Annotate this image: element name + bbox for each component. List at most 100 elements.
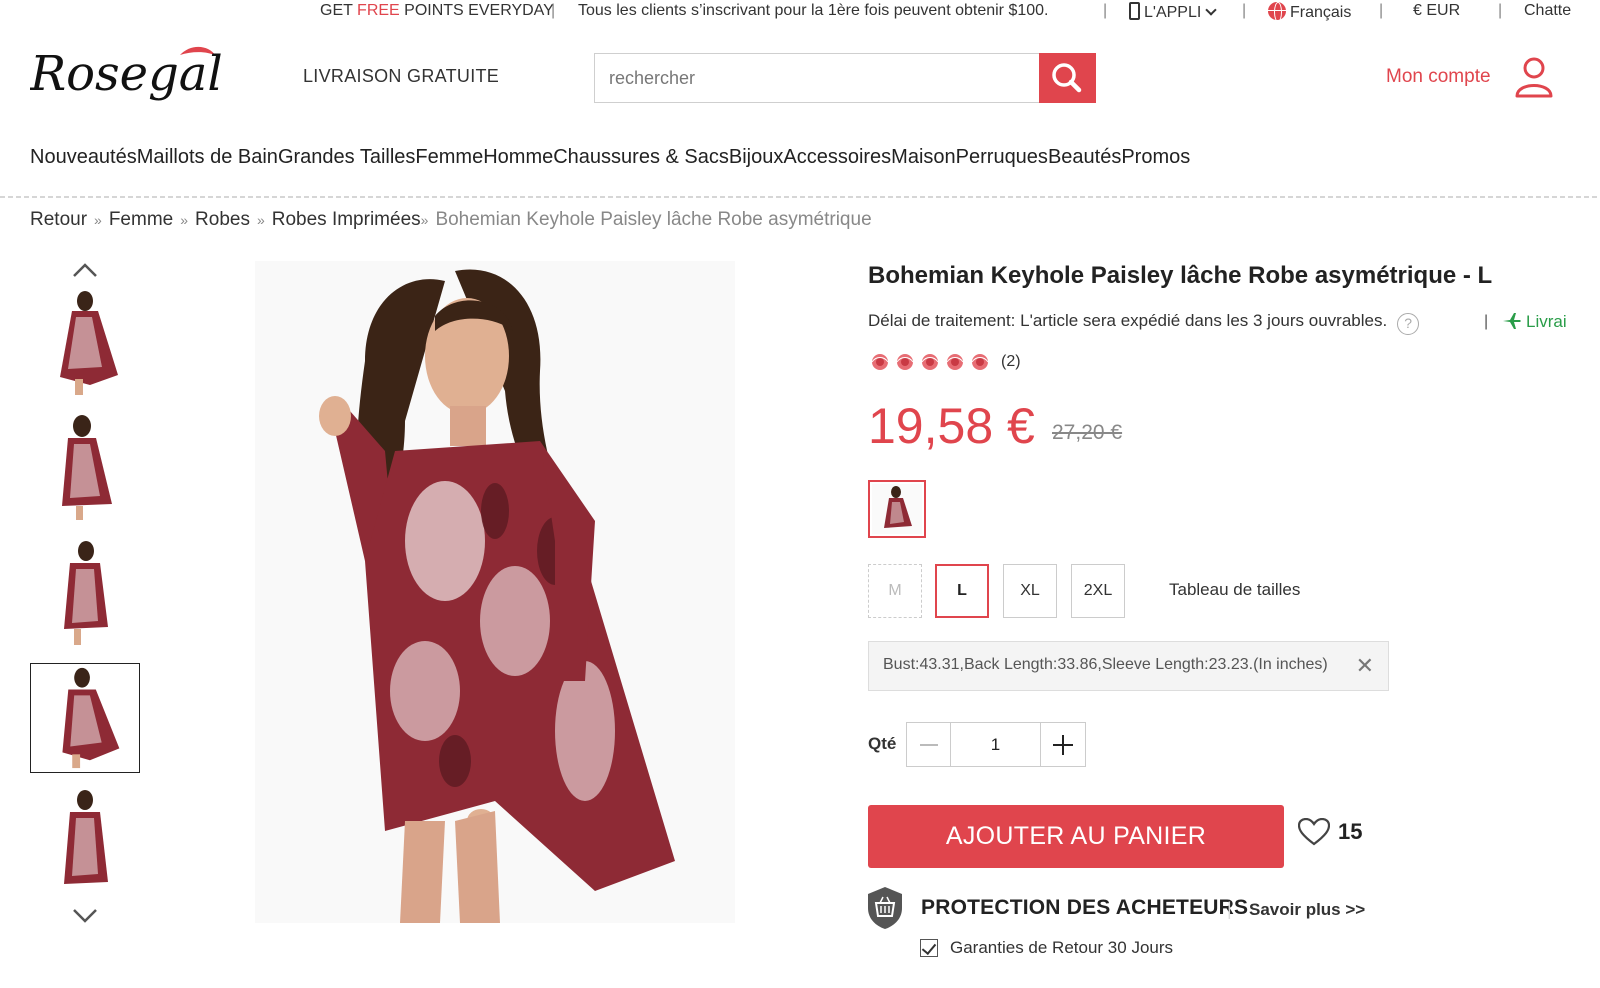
promo-prefix: GET [320, 2, 358, 19]
app-label: L'APPLI [1144, 4, 1202, 21]
language-selector[interactable]: Français [1268, 2, 1351, 22]
size-option-l[interactable]: L [935, 564, 989, 618]
rose-star-icon [871, 354, 889, 370]
my-account-link[interactable]: Mon compte [1386, 66, 1491, 88]
chevron-up-icon[interactable] [72, 262, 98, 278]
thumbnail-3[interactable] [30, 537, 140, 647]
quantity-decrease-button[interactable] [907, 723, 951, 766]
phone-icon [1129, 2, 1140, 20]
main-nav: Nouveautés Maillots de Bain Grandes Tail… [30, 146, 1190, 169]
size-option-xl[interactable]: XL [1003, 564, 1057, 618]
separator: | [1227, 899, 1232, 919]
return-guarantee: Garanties de Retour 30 Jours [920, 938, 1173, 958]
chat-link[interactable]: Chatte [1524, 2, 1571, 20]
dress-photo-thumb [62, 667, 120, 769]
quantity-stepper: 1 [906, 722, 1086, 767]
shield-basket-icon [868, 887, 902, 929]
breadcrumb-printed-dresses[interactable]: Robes Imprimées [272, 209, 421, 230]
thumbnail-5[interactable] [30, 786, 140, 896]
dress-photo-thumb [64, 790, 108, 884]
breadcrumb-back[interactable]: Retour [30, 209, 87, 230]
search-input[interactable] [594, 53, 1040, 103]
language-label: Français [1290, 4, 1352, 21]
buyer-protection-title: PROTECTION DES ACHETEURS [921, 896, 1249, 919]
nav-item-accessories[interactable]: Accessoires [783, 146, 891, 169]
promo-suffix: POINTS EVERYDAY [399, 2, 554, 19]
delivery-info[interactable]: Livrai [1502, 312, 1567, 332]
nav-item-wigs[interactable]: Perruques [956, 146, 1048, 169]
svg-text:Rosegal: Rosegal [30, 46, 223, 102]
breadcrumb-dresses[interactable]: Robes [195, 209, 250, 230]
wishlist-button[interactable]: 15 [1298, 818, 1362, 846]
nav-item-shoes-bags[interactable]: Chaussures & Sacs [553, 146, 729, 169]
quantity-value[interactable]: 1 [951, 723, 1041, 766]
separator: | [1242, 2, 1247, 19]
free-points-promo[interactable]: GET FREE POINTS EVERYDAY [320, 2, 554, 20]
breadcrumb: Retour» Femme» Robes» Robes Imprimées» Bohem… [30, 209, 872, 231]
globe-icon [1268, 2, 1286, 22]
currency-selector[interactable]: € EUR [1413, 2, 1460, 20]
product-main-image[interactable] [255, 261, 735, 923]
search-icon [1052, 63, 1082, 93]
processing-time: Délai de traitement: L'article sera expé… [868, 311, 1420, 335]
nav-item-new[interactable]: Nouveautés [30, 146, 137, 169]
separator: | [1498, 2, 1503, 19]
nav-item-home[interactable]: Maison [891, 146, 955, 169]
search-button[interactable] [1039, 53, 1096, 103]
rose-star-icon [896, 354, 914, 370]
size-option-2xl[interactable]: 2XL [1071, 564, 1125, 618]
nav-divider [0, 196, 1600, 198]
dress-photo-thumb [60, 291, 118, 395]
thumbnail-4-selected[interactable] [30, 663, 140, 773]
help-icon[interactable]: ? [1397, 313, 1420, 335]
separator: | [551, 2, 556, 19]
quantity-increase-button[interactable] [1041, 723, 1085, 766]
rosegal-logo[interactable]: Rosegal [30, 38, 280, 110]
breadcrumb-separator: » [180, 212, 189, 228]
user-icon[interactable] [1512, 54, 1556, 98]
dress-photo-thumb [62, 415, 112, 520]
nav-item-promos[interactable]: Promos [1121, 146, 1190, 169]
measurements-text: Bust:43.31,Back Length:33.86,Sleeve Leng… [883, 656, 1328, 673]
close-icon[interactable]: ✕ [1356, 653, 1374, 679]
nav-item-jewelry[interactable]: Bijoux [729, 146, 783, 169]
add-to-cart-button[interactable]: AJOUTER AU PANIER [868, 805, 1284, 868]
nav-item-women[interactable]: Femme [415, 146, 483, 169]
current-price: 19,58 € [868, 398, 1035, 454]
separator: | [1103, 2, 1108, 19]
rating-stars[interactable]: (2) [868, 352, 1021, 372]
airplane-icon [1503, 313, 1521, 329]
processing-text: Délai de traitement: L'article sera expé… [868, 311, 1388, 330]
color-swatch[interactable] [868, 480, 926, 538]
separator: | [1484, 313, 1489, 330]
size-chart-link[interactable]: Tableau de tailles [1169, 580, 1300, 600]
nav-item-beauty[interactable]: Beautés [1048, 146, 1121, 169]
dress-photo-thumb [64, 541, 108, 645]
rose-star-icon [946, 354, 964, 370]
learn-more-link[interactable]: Savoir plus >> [1249, 900, 1365, 920]
nav-item-swimwear[interactable]: Maillots de Bain [137, 146, 278, 169]
dress-photo-swatch [872, 484, 922, 534]
size-option-m[interactable]: M [868, 564, 922, 618]
new-client-promo[interactable]: Tous les clients s’inscrivant pour la 1è… [578, 2, 1048, 20]
heart-icon [1298, 818, 1330, 846]
rose-star-icon [971, 354, 989, 370]
size-measurements: Bust:43.31,Back Length:33.86,Sleeve Leng… [868, 641, 1389, 691]
return-guarantee-label: Garanties de Retour 30 Jours [950, 938, 1174, 957]
breadcrumb-separator: » [94, 212, 102, 228]
separator: | [1379, 2, 1384, 19]
thumbnail-1[interactable] [30, 287, 140, 397]
thumbnail-2[interactable] [30, 412, 140, 522]
review-count[interactable]: (2) [1001, 353, 1021, 371]
chevron-down-icon[interactable] [72, 908, 98, 924]
breadcrumb-separator: » [420, 212, 429, 228]
nav-item-men[interactable]: Homme [483, 146, 553, 169]
app-link[interactable]: L'APPLI [1129, 2, 1217, 22]
free-shipping-label: LIVRAISON GRATUITE [303, 66, 500, 86]
delivery-label: Livrai [1526, 312, 1567, 331]
quantity-label: Qté [868, 734, 897, 753]
product-title: Bohemian Keyhole Paisley lâche Robe asym… [868, 262, 1493, 289]
nav-item-plus-size[interactable]: Grandes Tailles [278, 146, 415, 169]
breadcrumb-women[interactable]: Femme [109, 209, 173, 230]
promo-free: FREE [357, 2, 400, 19]
